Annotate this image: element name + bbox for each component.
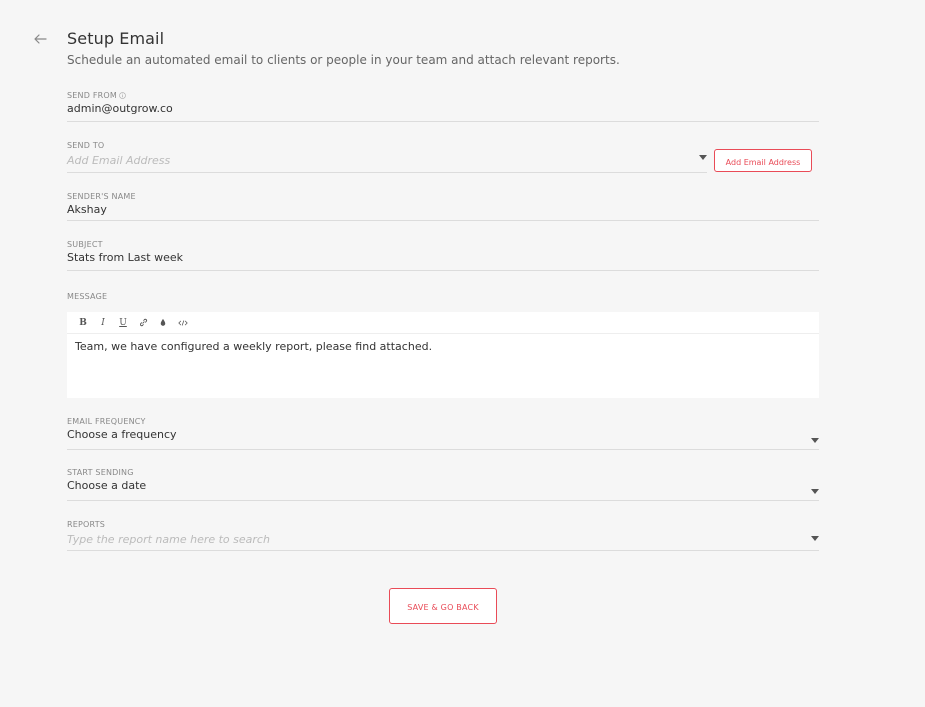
subject-label: SUBJECT bbox=[67, 240, 103, 249]
message-editor[interactable]: B I U Team, we have configured a weekly … bbox=[67, 312, 819, 398]
send-from-label: SEND FROM bbox=[67, 91, 819, 101]
editor-toolbar: B I U bbox=[67, 312, 819, 334]
code-icon bbox=[178, 319, 188, 326]
send-from-value[interactable]: admin@outgrow.co bbox=[67, 102, 819, 116]
chevron-down-icon[interactable] bbox=[811, 489, 819, 494]
link-icon bbox=[139, 318, 147, 327]
subject-input[interactable]: Stats from Last week bbox=[67, 251, 819, 265]
start-sending-label: START SENDING bbox=[67, 468, 134, 477]
email-frequency-value[interactable]: Choose a frequency bbox=[67, 428, 819, 442]
info-icon bbox=[119, 92, 126, 99]
send-to-field[interactable]: SEND TO Add Email Address bbox=[67, 141, 707, 173]
subject-field[interactable]: SUBJECT Stats from Last week bbox=[67, 240, 819, 271]
back-arrow-icon[interactable] bbox=[32, 31, 48, 47]
email-frequency-select[interactable]: EMAIL FREQUENCY Choose a frequency bbox=[67, 417, 819, 450]
underline-button[interactable]: U bbox=[113, 315, 133, 331]
send-to-input[interactable]: Add Email Address bbox=[67, 154, 707, 168]
color-drop-icon bbox=[160, 318, 166, 326]
chevron-down-icon[interactable] bbox=[811, 438, 819, 443]
italic-button[interactable]: I bbox=[93, 315, 113, 331]
setup-email-page: Setup Email Schedule an automated email … bbox=[0, 0, 925, 707]
chevron-down-icon[interactable] bbox=[811, 536, 819, 541]
add-email-address-button[interactable]: Add Email Address bbox=[714, 149, 812, 172]
message-label: MESSAGE bbox=[67, 292, 108, 301]
page-title: Setup Email bbox=[67, 29, 165, 48]
code-button[interactable] bbox=[173, 315, 193, 331]
reports-label: REPORTS bbox=[67, 520, 106, 529]
bold-button[interactable]: B bbox=[73, 315, 93, 331]
reports-select[interactable]: REPORTS Type the report name here to sea… bbox=[67, 520, 819, 551]
start-sending-select[interactable]: START SENDING Choose a date bbox=[67, 468, 819, 501]
color-button[interactable] bbox=[153, 315, 173, 331]
send-from-field[interactable]: SEND FROM admin@outgrow.co bbox=[67, 91, 819, 122]
sender-name-label: SENDER'S NAME bbox=[67, 192, 136, 201]
sender-name-input[interactable]: Akshay bbox=[67, 203, 819, 217]
email-frequency-label: EMAIL FREQUENCY bbox=[67, 417, 146, 426]
message-body[interactable]: Team, we have configured a weekly report… bbox=[67, 334, 819, 360]
link-button[interactable] bbox=[133, 315, 153, 331]
chevron-down-icon[interactable] bbox=[699, 155, 707, 160]
start-sending-value[interactable]: Choose a date bbox=[67, 479, 819, 493]
reports-search-input[interactable]: Type the report name here to search bbox=[67, 533, 819, 547]
send-to-label: SEND TO bbox=[67, 141, 105, 150]
save-and-go-back-button[interactable]: SAVE & GO BACK bbox=[389, 588, 497, 624]
sender-name-field[interactable]: SENDER'S NAME Akshay bbox=[67, 192, 819, 221]
page-subtitle: Schedule an automated email to clients o… bbox=[67, 53, 620, 67]
